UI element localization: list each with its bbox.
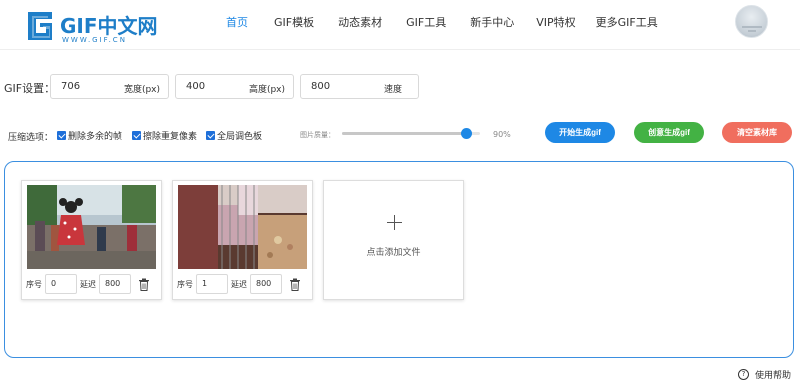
nav-beginner-center[interactable]: 新手中心 bbox=[470, 14, 514, 34]
top-header: GIF中文网 WWW.GIF.CN 首页 GIF模板 动态素材 GIF工具 新手… bbox=[0, 0, 800, 50]
nav-home[interactable]: 首页 bbox=[226, 14, 248, 34]
delay-input[interactable]: 800 bbox=[99, 274, 131, 294]
frame-controls: 序号 1 延迟 800 bbox=[177, 274, 301, 294]
width-value: 706 bbox=[61, 81, 81, 92]
index-input[interactable]: 1 bbox=[196, 274, 228, 294]
trash-icon[interactable] bbox=[289, 278, 301, 291]
checkbox-global-palette[interactable]: 全局调色板 bbox=[206, 129, 262, 142]
quality-label: 图片质量： bbox=[300, 131, 335, 139]
quality-value: 90% bbox=[493, 130, 511, 139]
checkbox-erase-pixels[interactable]: 擦除重复像素 bbox=[132, 129, 197, 142]
trash-icon[interactable] bbox=[138, 278, 150, 291]
creative-generate-button[interactable]: 创意生成gif bbox=[634, 122, 704, 143]
frame-controls: 序号 0 延迟 800 bbox=[26, 274, 150, 294]
nav-gif-tools[interactable]: GIF工具 bbox=[406, 14, 446, 34]
delay-label: 延迟 bbox=[80, 279, 96, 289]
question-icon: ? bbox=[738, 369, 749, 380]
clear-library-button[interactable]: 清空素材库 bbox=[722, 122, 792, 143]
speed-unit: 速度 bbox=[383, 85, 402, 95]
main-nav: 首页 GIF模板 动态素材 GIF工具 新手中心 VIP特权 更多GIF工具 bbox=[226, 14, 658, 34]
gif-settings-label: GIF设置： bbox=[4, 82, 56, 95]
frame-thumbnail bbox=[27, 185, 156, 269]
quality-slider[interactable] bbox=[342, 128, 480, 139]
width-field[interactable]: 706 宽度(px) bbox=[50, 74, 169, 99]
delay-label: 延迟 bbox=[231, 279, 247, 289]
frame-card: 序号 1 延迟 800 bbox=[172, 180, 313, 300]
nav-gif-templates[interactable]: GIF模板 bbox=[274, 14, 314, 34]
width-unit: 宽度(px) bbox=[123, 85, 160, 95]
frames-workspace: 序号 0 延迟 800 序号 1 延迟 800 点击添加文件 bbox=[4, 161, 794, 358]
checkbox-checked-icon bbox=[132, 131, 141, 140]
help-link[interactable]: ? 使用帮助 bbox=[738, 368, 791, 381]
height-field[interactable]: 400 高度(px) bbox=[175, 74, 294, 99]
index-label: 序号 bbox=[26, 279, 42, 289]
logo-subtitle: WWW.GIF.CN bbox=[62, 36, 127, 44]
nav-vip[interactable]: VIP特权 bbox=[536, 14, 575, 34]
site-logo[interactable]: GIF中文网 WWW.GIF.CN bbox=[26, 10, 161, 48]
logo-title: GIF中文网 bbox=[60, 14, 158, 38]
index-input[interactable]: 0 bbox=[45, 274, 77, 294]
speed-field[interactable]: 800 速度 bbox=[300, 74, 419, 99]
frame-card: 序号 0 延迟 800 bbox=[21, 180, 162, 300]
logo-mark-icon bbox=[28, 12, 52, 40]
height-value: 400 bbox=[186, 81, 206, 92]
index-label: 序号 bbox=[177, 279, 193, 289]
start-generate-button[interactable]: 开始生成gif bbox=[545, 122, 615, 143]
slider-handle[interactable] bbox=[461, 128, 473, 139]
nav-more-tools[interactable]: 更多GIF工具 bbox=[596, 14, 658, 34]
avatar[interactable] bbox=[735, 5, 768, 38]
add-file-card[interactable]: 点击添加文件 bbox=[323, 180, 464, 300]
checkbox-remove-frames[interactable]: 删除多余的帧 bbox=[57, 129, 122, 142]
add-file-label: 点击添加文件 bbox=[366, 248, 421, 258]
delay-input[interactable]: 800 bbox=[250, 274, 282, 294]
height-unit: 高度(px) bbox=[248, 85, 285, 95]
plus-icon bbox=[387, 215, 402, 230]
speed-value: 800 bbox=[311, 81, 331, 92]
compression-label: 压缩选项： bbox=[8, 133, 54, 143]
frame-thumbnail bbox=[178, 185, 307, 269]
checkbox-checked-icon bbox=[57, 131, 66, 140]
checkbox-checked-icon bbox=[206, 131, 215, 140]
nav-animated-assets[interactable]: 动态素材 bbox=[338, 14, 382, 34]
